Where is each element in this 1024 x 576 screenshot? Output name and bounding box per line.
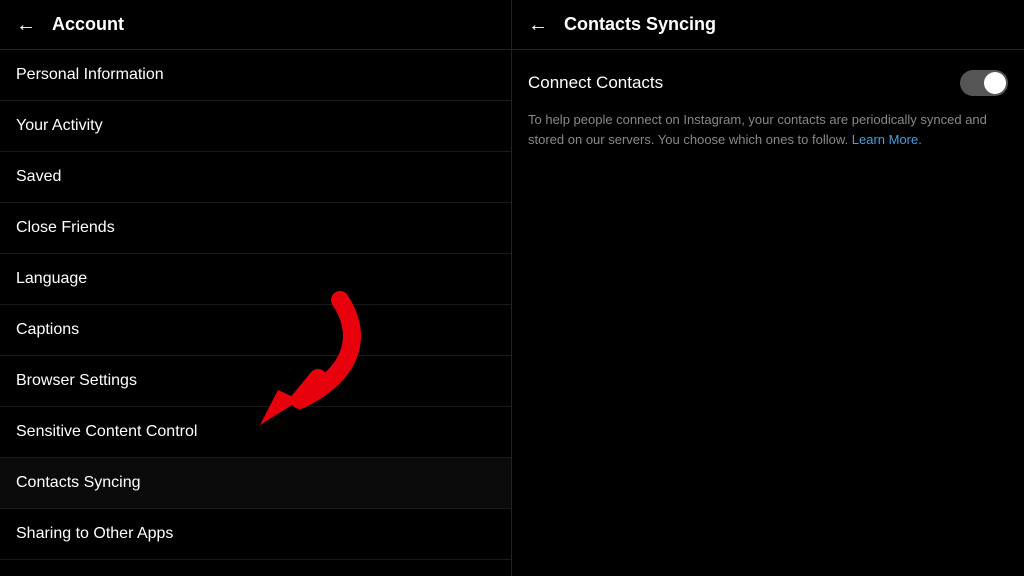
right-panel-header: ← Contacts Syncing xyxy=(512,0,1024,50)
left-panel-title: Account xyxy=(52,14,124,35)
menu-item-personal-information[interactable]: Personal Information xyxy=(0,50,511,101)
left-panel-header: ← Account xyxy=(0,0,511,50)
account-menu-list: Personal InformationYour ActivitySavedCl… xyxy=(0,50,511,576)
menu-item-contacts-syncing[interactable]: Contacts Syncing xyxy=(0,458,511,509)
connect-contacts-toggle[interactable] xyxy=(960,70,1008,96)
right-panel: ← Contacts Syncing Connect Contacts To h… xyxy=(512,0,1024,576)
menu-item-sensitive-content-control[interactable]: Sensitive Content Control xyxy=(0,407,511,458)
left-back-button[interactable]: ← xyxy=(16,15,36,35)
right-panel-content: Connect Contacts To help people connect … xyxy=(512,50,1024,169)
menu-item-browser-settings[interactable]: Browser Settings xyxy=(0,356,511,407)
connect-contacts-label: Connect Contacts xyxy=(528,73,663,93)
right-panel-title: Contacts Syncing xyxy=(564,14,716,35)
connect-contacts-row: Connect Contacts xyxy=(528,70,1008,96)
connect-contacts-description: To help people connect on Instagram, you… xyxy=(528,110,1008,149)
app-container: ← Account Personal InformationYour Activ… xyxy=(0,0,1024,576)
menu-item-language[interactable]: Language xyxy=(0,254,511,305)
menu-item-cellular-data-use[interactable]: Cellular Data Use xyxy=(0,560,511,576)
menu-item-close-friends[interactable]: Close Friends xyxy=(0,203,511,254)
menu-item-your-activity[interactable]: Your Activity xyxy=(0,101,511,152)
menu-item-captions[interactable]: Captions xyxy=(0,305,511,356)
menu-item-saved[interactable]: Saved xyxy=(0,152,511,203)
right-back-button[interactable]: ← xyxy=(528,15,548,35)
left-panel: ← Account Personal InformationYour Activ… xyxy=(0,0,512,576)
menu-item-sharing-to-other-apps[interactable]: Sharing to Other Apps xyxy=(0,509,511,560)
learn-more-link[interactable]: Learn More. xyxy=(852,132,922,147)
